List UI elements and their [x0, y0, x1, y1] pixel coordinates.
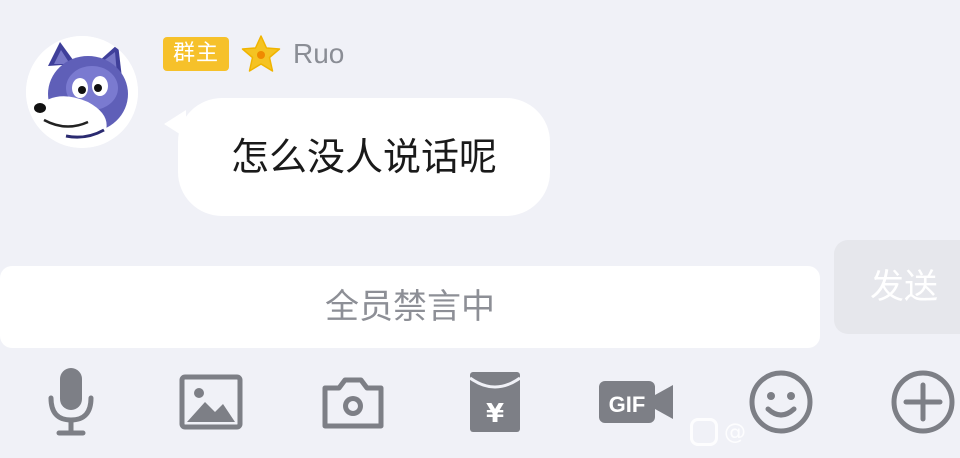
chat-area: 群主 Ruo 怎么没人说话呢 [0, 0, 960, 250]
watermark-text: @ [724, 419, 746, 445]
watermark-logo-icon [690, 418, 718, 446]
microphone-icon[interactable] [36, 364, 106, 440]
svg-text:¥: ¥ [486, 399, 504, 429]
watermark: @ [690, 414, 746, 450]
muted-input-field: 全员禁言中 [0, 266, 820, 348]
emoji-icon[interactable] [746, 364, 816, 440]
gif-icon[interactable]: GIF [596, 364, 676, 440]
sender-name[interactable]: Ruo [293, 38, 344, 70]
red-packet-icon[interactable]: ¥ [460, 364, 530, 440]
input-toolbar: ¥ GIF [0, 358, 960, 458]
star-icon [239, 34, 283, 74]
plus-icon[interactable] [888, 364, 958, 440]
avatar[interactable] [26, 36, 138, 148]
image-icon[interactable] [176, 364, 246, 440]
send-button[interactable]: 发送 [834, 240, 960, 334]
owner-badge: 群主 [163, 37, 230, 71]
message-text: 怎么没人说话呢 [230, 135, 497, 179]
message-bubble[interactable]: 怎么没人说话呢 [178, 98, 550, 216]
gif-label: GIF [609, 392, 646, 417]
camera-icon[interactable] [318, 364, 388, 440]
avatar-image [26, 36, 138, 148]
sender-meta: 群主 Ruo [163, 34, 344, 74]
input-row: 全员禁言中 发送 [0, 240, 960, 350]
